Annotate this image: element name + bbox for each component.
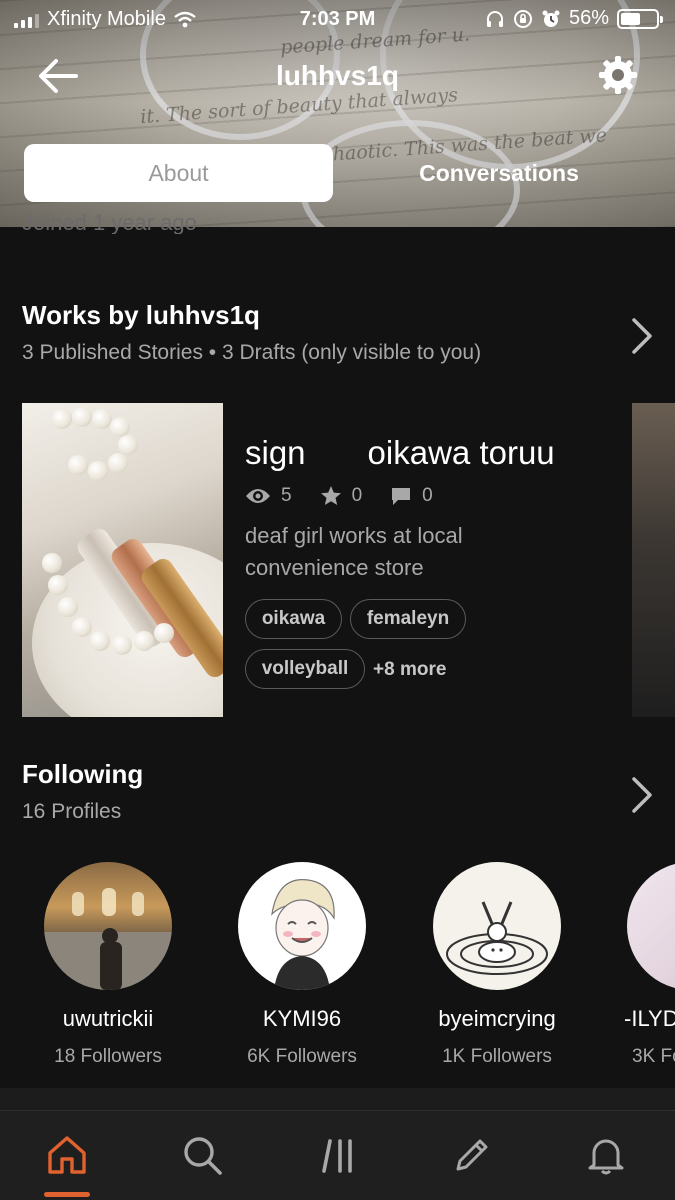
profile-name: KYMI96	[262, 1006, 342, 1031]
works-section-title[interactable]: Works by luhhvs1q	[22, 300, 260, 331]
library-tab[interactable]	[318, 1133, 362, 1177]
bottom-tab-bar	[0, 1110, 675, 1200]
home-icon	[48, 1136, 86, 1174]
profile-card[interactable]: byeimcrying 1K Followers	[400, 862, 594, 1068]
following-chevron-button[interactable]	[629, 775, 655, 815]
star-icon	[320, 486, 341, 505]
battery-percent: 56%	[568, 7, 609, 29]
top-navigation: luhhvs1q	[0, 50, 675, 102]
gear-icon	[599, 56, 637, 94]
avatar	[433, 862, 561, 990]
story-title-part: sign	[245, 434, 306, 471]
profile-followers: 18 Followers	[54, 1046, 162, 1067]
profile-name: -ILYD	[624, 1006, 675, 1031]
vote-count: 0	[351, 485, 363, 506]
profile-card[interactable]: -ILYD 3K Fo	[594, 862, 675, 1068]
profile-tabs: About Conversations	[24, 144, 654, 202]
story-description: deaf girl works at local convenience sto…	[245, 523, 463, 580]
story-cover[interactable]	[22, 403, 223, 717]
headphones-icon	[486, 10, 503, 27]
tag-chip[interactable]: volleyball	[245, 649, 365, 689]
alarm-icon	[542, 10, 560, 27]
profile-followers: 3K Fo	[632, 1046, 675, 1067]
read-count: 5	[281, 485, 292, 506]
more-tags-link[interactable]: +8 more	[373, 659, 446, 681]
bell-icon	[588, 1139, 624, 1175]
notifications-tab[interactable]	[584, 1133, 628, 1177]
following-profiles: uwutrickii 18 Followers KYMI96 6K Follow…	[0, 862, 675, 1082]
eye-icon	[246, 489, 270, 503]
status-bar: Xfinity Mobile 7:03 PM 56%	[0, 0, 675, 38]
search-icon	[184, 1137, 222, 1175]
tag-chip[interactable]: oikawa	[245, 599, 342, 639]
tab-about[interactable]: About	[24, 144, 333, 202]
avatar	[627, 862, 675, 990]
next-story-cover[interactable]	[632, 403, 675, 717]
chevron-right-icon	[632, 777, 652, 813]
section-divider	[0, 1088, 675, 1110]
works-chevron-button[interactable]	[629, 316, 655, 356]
comment-icon	[392, 488, 411, 505]
following-section-title[interactable]: Following	[22, 759, 143, 790]
avatar	[238, 862, 366, 990]
avatar	[44, 862, 172, 990]
settings-button[interactable]	[597, 54, 639, 96]
active-tab-indicator	[44, 1192, 90, 1197]
tag-chip[interactable]: femaleyn	[350, 599, 466, 639]
profile-card[interactable]: uwutrickii 18 Followers	[11, 862, 205, 1068]
story-stats: 5 0 0	[245, 485, 461, 507]
write-tab[interactable]	[450, 1133, 494, 1177]
pencil-icon	[456, 1139, 488, 1171]
profile-name: byeimcrying	[438, 1006, 556, 1031]
works-section-subtitle: 3 Published Stories • 3 Drafts (only vis…	[22, 341, 482, 364]
search-tab[interactable]	[180, 1133, 224, 1177]
following-section-subtitle: 16 Profiles	[22, 800, 122, 823]
joined-text: Joined 1 year ago	[22, 212, 197, 234]
tab-conversations[interactable]: Conversations	[364, 144, 634, 202]
battery-icon	[617, 8, 663, 29]
rotation-lock-icon	[513, 9, 532, 28]
page-title: luhhvs1q	[276, 60, 399, 91]
profile-followers: 1K Followers	[442, 1046, 552, 1067]
story-title-part: oikawa toruu	[367, 434, 555, 471]
profile-followers: 6K Followers	[247, 1046, 357, 1067]
chevron-right-icon	[632, 318, 652, 354]
profile-card[interactable]: KYMI96 6K Followers	[205, 862, 399, 1068]
home-tab[interactable]	[45, 1133, 89, 1177]
story-title[interactable]: sign oikawa toruu	[245, 434, 555, 472]
profile-name: uwutrickii	[62, 1006, 154, 1031]
comment-count: 0	[422, 485, 433, 506]
library-icon	[322, 1139, 352, 1173]
